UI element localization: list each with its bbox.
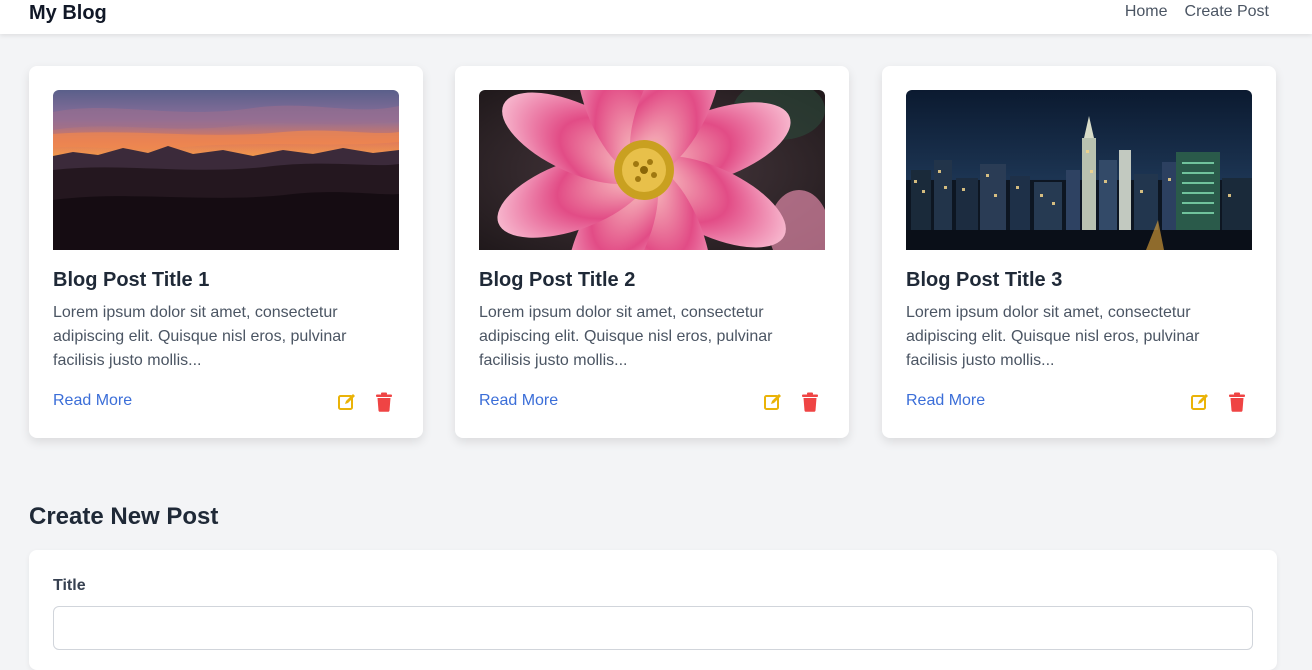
- trash-icon[interactable]: [1228, 392, 1246, 412]
- read-more-link[interactable]: Read More: [479, 391, 558, 411]
- read-more-link[interactable]: Read More: [906, 391, 985, 411]
- edit-icon[interactable]: [1190, 392, 1210, 412]
- post-image-city: [906, 90, 1252, 250]
- nav-links: Home Create Post: [1125, 2, 1269, 22]
- pink-flower-image: [479, 90, 825, 250]
- post-excerpt: Lorem ipsum dolor sit amet, consectetur …: [479, 304, 773, 369]
- post-card: Blog Post Title 3 Lorem ipsum dolor sit …: [882, 66, 1276, 438]
- title-input[interactable]: [53, 606, 1253, 650]
- title-field-label: Title: [53, 577, 86, 594]
- post-grid: Blog Post Title 1 Lorem ipsum dolor sit …: [29, 66, 1277, 438]
- post-image-sunset: [53, 90, 399, 250]
- trash-icon[interactable]: [375, 392, 393, 412]
- trash-icon[interactable]: [801, 392, 819, 412]
- brand-logo-text[interactable]: My Blog: [29, 1, 107, 25]
- nav-link-home[interactable]: Home: [1125, 2, 1168, 22]
- create-post-form: Title: [29, 550, 1277, 670]
- post-excerpt: Lorem ipsum dolor sit amet, consectetur …: [53, 304, 347, 369]
- edit-icon[interactable]: [763, 392, 783, 412]
- post-title[interactable]: Blog Post Title 1: [53, 268, 209, 292]
- nav-link-create-post[interactable]: Create Post: [1185, 2, 1269, 22]
- post-card: Blog Post Title 2 Lorem ipsum dolor sit …: [455, 66, 849, 438]
- post-image-flower: [479, 90, 825, 250]
- create-post-heading: Create New Post: [29, 503, 219, 530]
- top-navbar: My Blog Home Create Post: [0, 0, 1312, 34]
- city-night-skyline-image: [906, 90, 1252, 250]
- read-more-link[interactable]: Read More: [53, 391, 132, 411]
- edit-icon[interactable]: [337, 392, 357, 412]
- post-excerpt: Lorem ipsum dolor sit amet, consectetur …: [906, 304, 1200, 369]
- post-title[interactable]: Blog Post Title 2: [479, 268, 635, 292]
- post-card: Blog Post Title 1 Lorem ipsum dolor sit …: [29, 66, 423, 438]
- sunset-mountains-image: [53, 90, 399, 250]
- post-title[interactable]: Blog Post Title 3: [906, 268, 1062, 292]
